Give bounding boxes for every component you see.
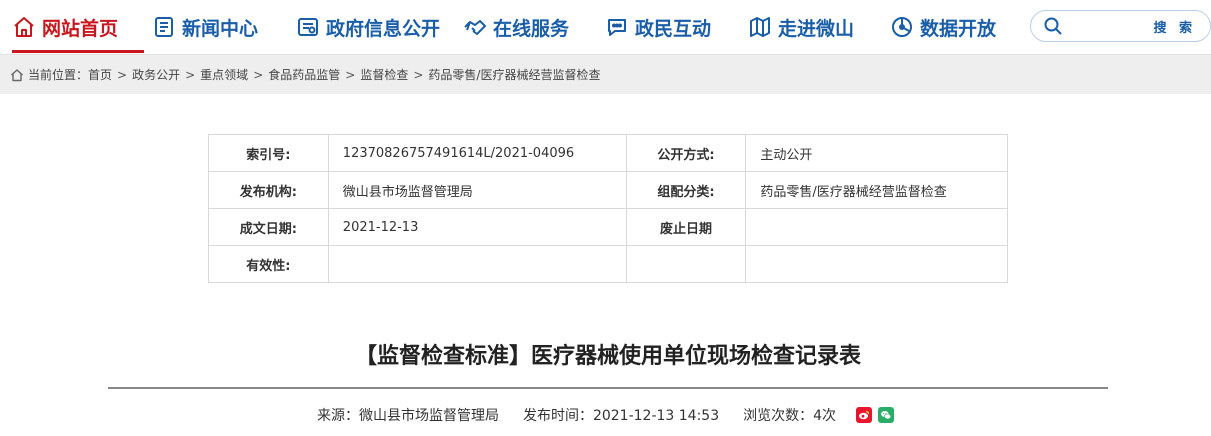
nav-item-news[interactable]: 新闻中心 [152, 0, 258, 54]
nav-item-info-open[interactable]: 政府信息公开 [296, 0, 440, 54]
document-info-table: 索引号: 12370826757491614L/2021-04096 公开方式:… [208, 134, 1008, 283]
active-underline [12, 50, 144, 53]
nav-item-label: 数据开放 [920, 17, 997, 40]
publisher-label: 发布机构: [208, 171, 329, 209]
publisher-value: 微山县市场监督管理局 [327, 171, 627, 209]
validity-value [327, 245, 627, 283]
search-icon[interactable] [1043, 16, 1063, 36]
empty-cell [745, 245, 1008, 283]
breadcrumb-separator: > [185, 67, 196, 82]
nav-item-label: 网站首页 [42, 17, 119, 40]
breadcrumb: 当前位置： 首页 > 政务公开 > 重点领域 > 食品药品监管 > 监督检查 >… [0, 54, 1211, 94]
article-title: 【监督检查标准】医疗器械使用单位现场检查记录表 [354, 344, 861, 369]
nav-item-open-data[interactable]: 数据开放 [890, 0, 996, 54]
top-navigation: 网站首页 新闻中心 政府信息公开 在线服务 政民互动 走进微山 数据开放 搜 索 [0, 0, 1211, 54]
nav-item-label: 新闻中心 [182, 17, 259, 40]
open-method-value: 主动公开 [745, 134, 1008, 172]
empty-cell [625, 245, 747, 283]
article-meta: 来源：微山县市场监督管理局 发布时间：2021-12-13 14:53 浏览次数… [0, 404, 1211, 426]
breadcrumb-separator: > [117, 67, 128, 82]
search-button[interactable]: 搜 索 [1153, 17, 1196, 36]
article-publish-time: 发布时间：2021-12-13 14:53 [522, 408, 720, 424]
chat-icon [605, 15, 629, 39]
nav-item-label: 政府信息公开 [326, 17, 441, 40]
category-label: 组配分类: [625, 171, 747, 209]
index-value: 12370826757491614L/2021-04096 [327, 134, 627, 172]
breadcrumb-separator: > [253, 67, 264, 82]
abolish-date-value [745, 208, 1008, 246]
news-icon [152, 15, 176, 39]
breadcrumb-link[interactable]: 政务公开 [132, 66, 180, 83]
nav-item-label: 走进微山 [778, 17, 855, 40]
article-view-count: 浏览次数：4次 [743, 408, 837, 424]
nav-item-interaction[interactable]: 政民互动 [605, 0, 711, 54]
nav-item-home[interactable]: 网站首页 [12, 0, 144, 54]
date-label: 成文日期: [208, 208, 329, 246]
table-row: 有效性: [208, 245, 1008, 283]
nav-item-about[interactable]: 走进微山 [748, 0, 854, 54]
data-icon [890, 15, 914, 39]
title-divider [108, 387, 1108, 389]
handshake-icon [463, 15, 487, 39]
breadcrumb-link[interactable]: 食品药品监管 [268, 66, 340, 83]
search-box: 搜 索 [1030, 10, 1211, 42]
validity-label: 有效性: [208, 245, 329, 283]
article-source: 来源：微山县市场监督管理局 [316, 408, 499, 424]
table-row: 成文日期: 2021-12-13 废止日期 [208, 208, 1008, 246]
breadcrumb-link[interactable]: 药品零售/医疗器械经营监督检查 [428, 66, 600, 83]
home-icon [10, 68, 24, 82]
nav-item-label: 政民互动 [635, 17, 712, 40]
nav-item-label: 在线服务 [493, 17, 570, 40]
info-open-icon [296, 15, 320, 39]
breadcrumb-link[interactable]: 重点领域 [200, 66, 248, 83]
breadcrumb-link[interactable]: 首页 [88, 66, 112, 83]
date-value: 2021-12-13 [327, 208, 627, 246]
breadcrumb-separator: > [345, 67, 356, 82]
wechat-share-icon[interactable] [878, 407, 895, 423]
abolish-date-label: 废止日期 [625, 208, 747, 246]
search-input[interactable] [1069, 18, 1149, 34]
breadcrumb-prefix: 当前位置： [28, 68, 89, 82]
weibo-share-icon[interactable] [856, 407, 873, 423]
nav-item-online-service[interactable]: 在线服务 [463, 0, 569, 54]
home-icon [12, 15, 36, 39]
category-value: 药品零售/医疗器械经营监督检查 [745, 171, 1008, 209]
table-row: 索引号: 12370826757491614L/2021-04096 公开方式:… [208, 134, 1008, 172]
index-label: 索引号: [208, 134, 329, 172]
open-method-label: 公开方式: [625, 134, 747, 172]
table-row: 发布机构: 微山县市场监督管理局 组配分类: 药品零售/医疗器械经营监督检查 [208, 171, 1008, 209]
breadcrumb-separator: > [413, 67, 424, 82]
breadcrumb-link[interactable]: 监督检查 [360, 66, 408, 83]
map-icon [748, 15, 772, 39]
